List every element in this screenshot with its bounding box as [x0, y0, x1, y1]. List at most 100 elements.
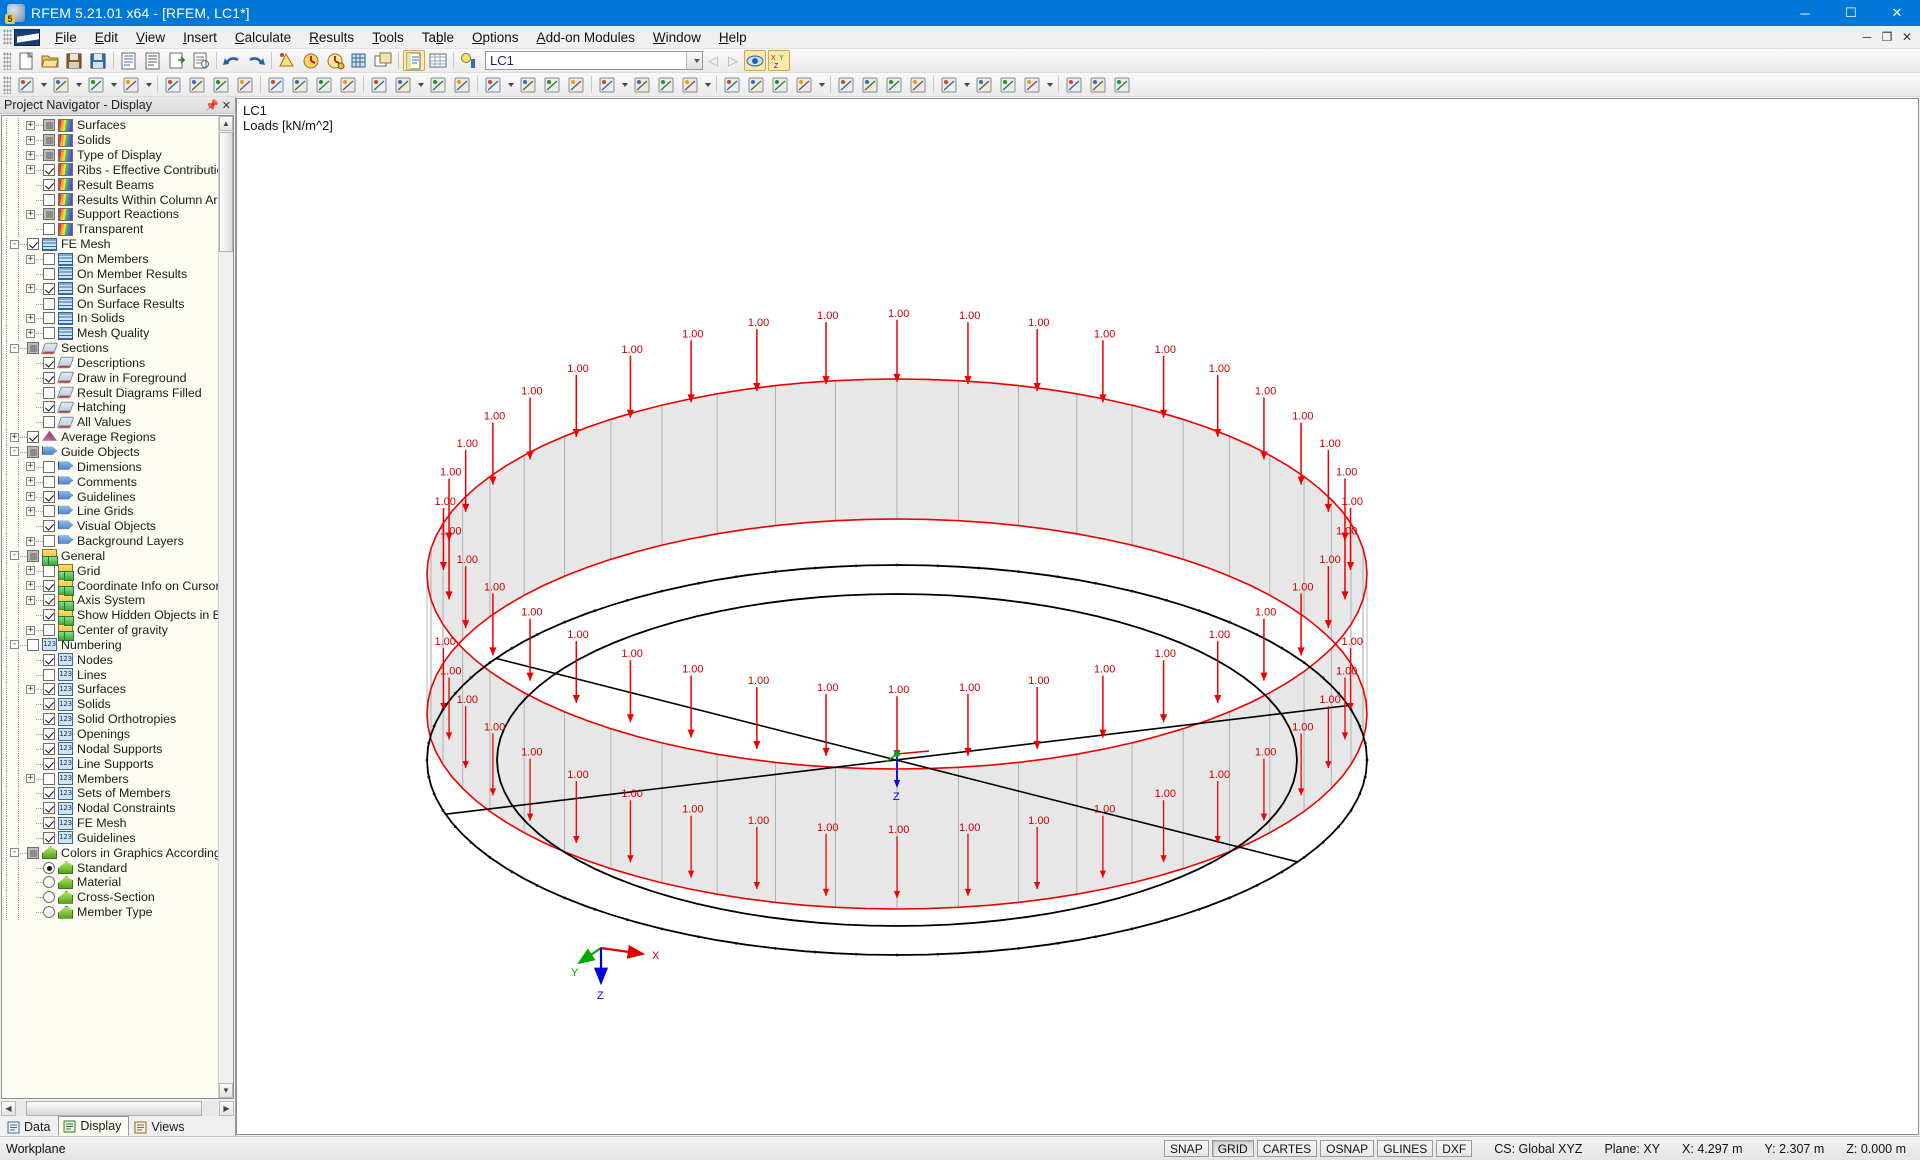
chevron-down-icon[interactable] — [619, 74, 630, 95]
tree-expander[interactable]: + — [26, 136, 35, 145]
line-tool-icon[interactable] — [50, 74, 72, 95]
tree-item[interactable]: +Line Grids — [2, 504, 233, 519]
tree-checkbox[interactable] — [27, 342, 39, 354]
chevron-down-icon[interactable] — [73, 74, 84, 95]
menu-item-tools[interactable]: Tools — [363, 27, 413, 48]
chevron-down-icon[interactable] — [505, 74, 516, 95]
tree-item[interactable]: All Values — [2, 415, 233, 430]
tree-checkbox[interactable] — [43, 416, 55, 428]
tree-item[interactable]: +123Members — [2, 771, 233, 786]
menu-item-add-on-modules[interactable]: Add-on Modules — [528, 27, 644, 48]
tables-icon[interactable] — [427, 50, 449, 71]
tree-item[interactable]: 123Nodal Constraints — [2, 801, 233, 816]
tree-item[interactable]: Result Diagrams Filled — [2, 385, 233, 400]
navigator-tab-data[interactable]: Data — [2, 1118, 58, 1136]
tree-checkbox[interactable] — [43, 401, 55, 413]
maximize-button[interactable]: ☐ — [1828, 0, 1874, 26]
tree-item[interactable]: Result Beams — [2, 177, 233, 192]
polyline-tool-icon[interactable] — [120, 74, 142, 95]
tree-item[interactable]: Transparent — [2, 222, 233, 237]
surface-tool-icon[interactable] — [162, 74, 184, 95]
save-as-icon[interactable] — [87, 50, 109, 71]
visibility-icon[interactable] — [835, 74, 857, 95]
tree-checkbox[interactable] — [27, 238, 39, 250]
mdi-close-button[interactable]: ✕ — [1898, 30, 1916, 44]
tree-checkbox[interactable] — [43, 787, 55, 799]
filter-icon[interactable] — [859, 74, 881, 95]
tree-checkbox[interactable] — [43, 535, 55, 547]
tree-expander[interactable]: + — [26, 537, 35, 546]
snap-icon[interactable] — [596, 74, 618, 95]
hscroll-track[interactable] — [16, 1101, 219, 1116]
tree-checkbox[interactable] — [43, 758, 55, 770]
tree-checkbox[interactable] — [27, 446, 39, 458]
tree-item[interactable]: 123Openings — [2, 727, 233, 742]
tree-item[interactable]: On Surface Results — [2, 296, 233, 311]
print-icon[interactable] — [142, 50, 164, 71]
tree-item[interactable]: +Background Layers — [2, 534, 233, 549]
tree-checkbox[interactable] — [43, 312, 55, 324]
measure-icon[interactable] — [1021, 74, 1043, 95]
tree-item[interactable]: +Type of Display — [2, 148, 233, 163]
tree-checkbox[interactable] — [43, 149, 55, 161]
next-load-case-button[interactable]: ▷ — [723, 51, 743, 71]
tree-radio[interactable] — [43, 862, 55, 874]
tree-checkbox[interactable] — [27, 639, 39, 651]
tree-item[interactable]: 123Solids — [2, 697, 233, 712]
tree-item[interactable]: 123FE Mesh — [2, 816, 233, 831]
tree-checkbox[interactable] — [43, 594, 55, 606]
tree-item[interactable]: 123Guidelines — [2, 831, 233, 846]
object-snap-icon[interactable] — [679, 74, 701, 95]
tree-checkbox[interactable] — [43, 461, 55, 473]
tree-item[interactable]: -123Numbering — [2, 638, 233, 653]
tree-item[interactable]: +Average Regions — [2, 430, 233, 445]
tree-checkbox[interactable] — [43, 698, 55, 710]
chevron-down-icon[interactable] — [143, 74, 154, 95]
tree-expander[interactable]: + — [26, 314, 35, 323]
menu-item-window[interactable]: Window — [644, 27, 710, 48]
tree-checkbox[interactable] — [43, 609, 55, 621]
tree-expander[interactable]: + — [26, 284, 35, 293]
tree-item[interactable]: 123Sets of Members — [2, 786, 233, 801]
tree-horizontal-scrollbar[interactable]: ◀ ▶ — [1, 1100, 234, 1116]
chevron-down-icon[interactable] — [108, 74, 119, 95]
tree-expander[interactable]: + — [26, 626, 35, 635]
nodal-support-icon[interactable] — [265, 74, 287, 95]
tree-expander[interactable]: - — [10, 447, 19, 456]
navigator-tab-display[interactable]: Display — [58, 1116, 129, 1136]
tree-item[interactable]: Draw in Foreground — [2, 370, 233, 385]
menu-item-calculate[interactable]: Calculate — [226, 27, 300, 48]
tree-expander[interactable]: - — [10, 240, 19, 249]
line-support-icon[interactable] — [289, 74, 311, 95]
status-toggle-osnap[interactable]: OSNAP — [1320, 1140, 1374, 1157]
chevron-down-icon[interactable] — [961, 74, 972, 95]
tree-checkbox[interactable] — [43, 194, 55, 206]
hscroll-thumb[interactable] — [26, 1101, 202, 1116]
tree-checkbox[interactable] — [43, 624, 55, 636]
xyz-labels-icon[interactable]: XYZ — [768, 50, 790, 71]
tree-checkbox[interactable] — [43, 208, 55, 220]
tree-expander[interactable]: - — [10, 344, 19, 353]
tree-checkbox[interactable] — [43, 491, 55, 503]
tree-checkbox[interactable] — [43, 683, 55, 695]
tree-expander[interactable]: + — [26, 165, 35, 174]
tree-item[interactable]: 123Nodes — [2, 652, 233, 667]
tree-expander[interactable]: + — [26, 492, 35, 501]
menu-item-table[interactable]: Table — [413, 27, 463, 48]
tree-expander[interactable]: - — [10, 640, 19, 649]
chevron-down-icon[interactable] — [1044, 74, 1055, 95]
view-iso-icon[interactable] — [793, 74, 815, 95]
tree-expander[interactable]: + — [26, 596, 35, 605]
tree-checkbox[interactable] — [43, 119, 55, 131]
menu-item-file[interactable]: File — [46, 27, 86, 48]
menu-item-insert[interactable]: Insert — [174, 27, 226, 48]
tree-item[interactable]: -General — [2, 548, 233, 563]
tree-expander[interactable]: + — [26, 507, 35, 516]
view-mode-icon[interactable] — [744, 50, 766, 71]
rfem-menu-logo-icon[interactable] — [14, 29, 40, 46]
mdi-minimize-button[interactable]: ─ — [1858, 30, 1876, 44]
tree-checkbox[interactable] — [27, 550, 39, 562]
tree-radio[interactable] — [43, 891, 55, 903]
toolbar-grip[interactable] — [3, 52, 11, 70]
tree-checkbox[interactable] — [43, 179, 55, 191]
